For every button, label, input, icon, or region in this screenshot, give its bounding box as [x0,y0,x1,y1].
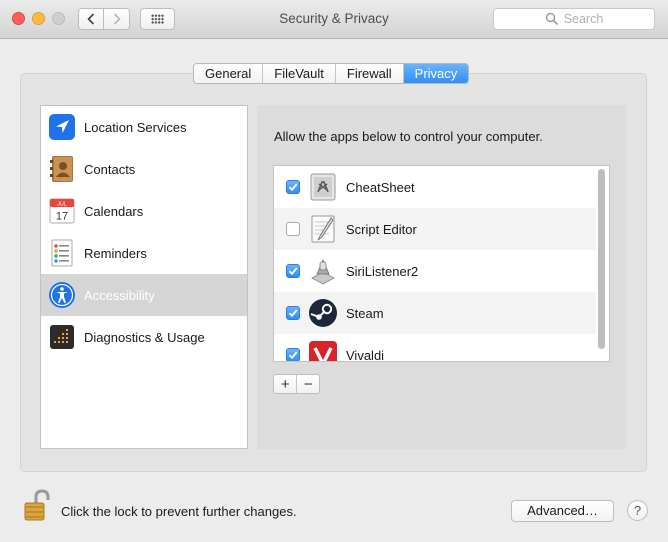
checkmark-icon [288,183,298,192]
checkmark-icon [288,267,298,276]
vivaldi-app-icon [309,341,337,361]
app-name: Vivaldi [346,347,385,362]
reminders-list-icon [51,239,73,267]
show-all-button[interactable] [140,8,175,30]
app-list-scrollbar[interactable] [596,167,607,360]
calendar-icon: JUL 17 [49,198,75,224]
app-checkbox[interactable] [286,348,300,361]
diagnostics-icon [50,325,74,349]
back-button[interactable] [78,8,104,30]
app-list: CheatSheet Script Editor SiriListener2 S… [273,165,610,362]
close-window-button[interactable] [12,12,25,25]
window-title: Security & Privacy [279,11,389,26]
sidebar-item-label: Location Services [84,119,187,135]
sidebar-item-location-services[interactable]: Location Services [41,106,247,148]
calendar-month: JUL [57,202,67,208]
search-field[interactable]: Search [493,8,655,30]
contacts-book-icon [50,156,73,182]
calendar-day: 17 [56,211,68,223]
app-name: Steam [346,305,384,321]
tab-privacy[interactable]: Privacy [403,64,469,83]
sidebar-item-label: Diagnostics & Usage [84,329,205,345]
lock-icon[interactable] [19,489,55,523]
add-remove-control: + − [273,374,320,394]
tab-firewall[interactable]: Firewall [336,64,404,83]
app-row-steam: Steam [274,292,596,334]
cheatsheet-app-icon [310,173,336,201]
app-row-cheatsheet: CheatSheet [274,166,596,208]
sidebar-item-label: Calendars [84,203,144,219]
lock-status-text: Click the lock to prevent further change… [61,504,297,519]
app-checkbox[interactable] [286,180,300,194]
app-row-vivaldi: Vivaldi [274,334,596,362]
pane-instructions: Allow the apps below to control your com… [274,129,543,144]
title-bar: Security & Privacy Search [0,0,668,39]
app-name: Script Editor [346,221,417,237]
scroll-thumb[interactable] [598,169,605,349]
app-checkbox[interactable] [286,222,300,236]
privacy-category-list: Location Services Contacts JUL 17 Calend… [40,105,248,449]
chevron-left-icon [87,13,95,25]
tab-filevault[interactable]: FileVault [263,64,336,83]
app-checkbox[interactable] [286,306,300,320]
sidebar-item-label: Accessibility [84,287,155,303]
app-checkbox[interactable] [286,264,300,278]
app-name: SiriListener2 [346,263,419,279]
sidebar-item-contacts[interactable]: Contacts [41,148,247,190]
sidebar-item-diagnostics-usage[interactable]: Diagnostics & Usage [41,316,247,358]
checkmark-icon [288,309,298,318]
sirilistener-app-icon [311,258,335,285]
minimize-window-button[interactable] [32,12,45,25]
sidebar-item-reminders[interactable]: Reminders [41,232,247,274]
checkmark-icon [288,351,298,360]
zoom-window-button[interactable] [52,12,65,25]
sidebar-item-label: Reminders [84,245,147,261]
sidebar-item-label: Contacts [84,161,136,177]
search-icon [545,12,558,26]
search-placeholder: Search [563,12,604,26]
forward-button[interactable] [104,8,130,30]
sidebar-item-calendars[interactable]: JUL 17 Calendars [41,190,247,232]
grid-icon [151,14,164,24]
tab-general[interactable]: General [194,64,264,83]
location-arrow-icon [49,114,75,140]
script-editor-app-icon [311,215,335,243]
accessibility-icon [49,282,75,308]
add-app-button[interactable]: + [274,375,296,393]
app-name: CheatSheet [346,179,415,195]
sidebar-item-accessibility[interactable]: Accessibility [41,274,247,316]
steam-app-icon [309,299,337,327]
app-row-sirilistener2: SiriListener2 [274,250,596,292]
tab-bar: General FileVault Firewall Privacy [193,63,470,84]
app-row-script-editor: Script Editor [274,208,596,250]
help-button[interactable]: ? [627,500,648,521]
chevron-right-icon [113,13,121,25]
remove-app-button[interactable]: − [296,375,319,393]
advanced-button[interactable]: Advanced… [511,500,614,522]
